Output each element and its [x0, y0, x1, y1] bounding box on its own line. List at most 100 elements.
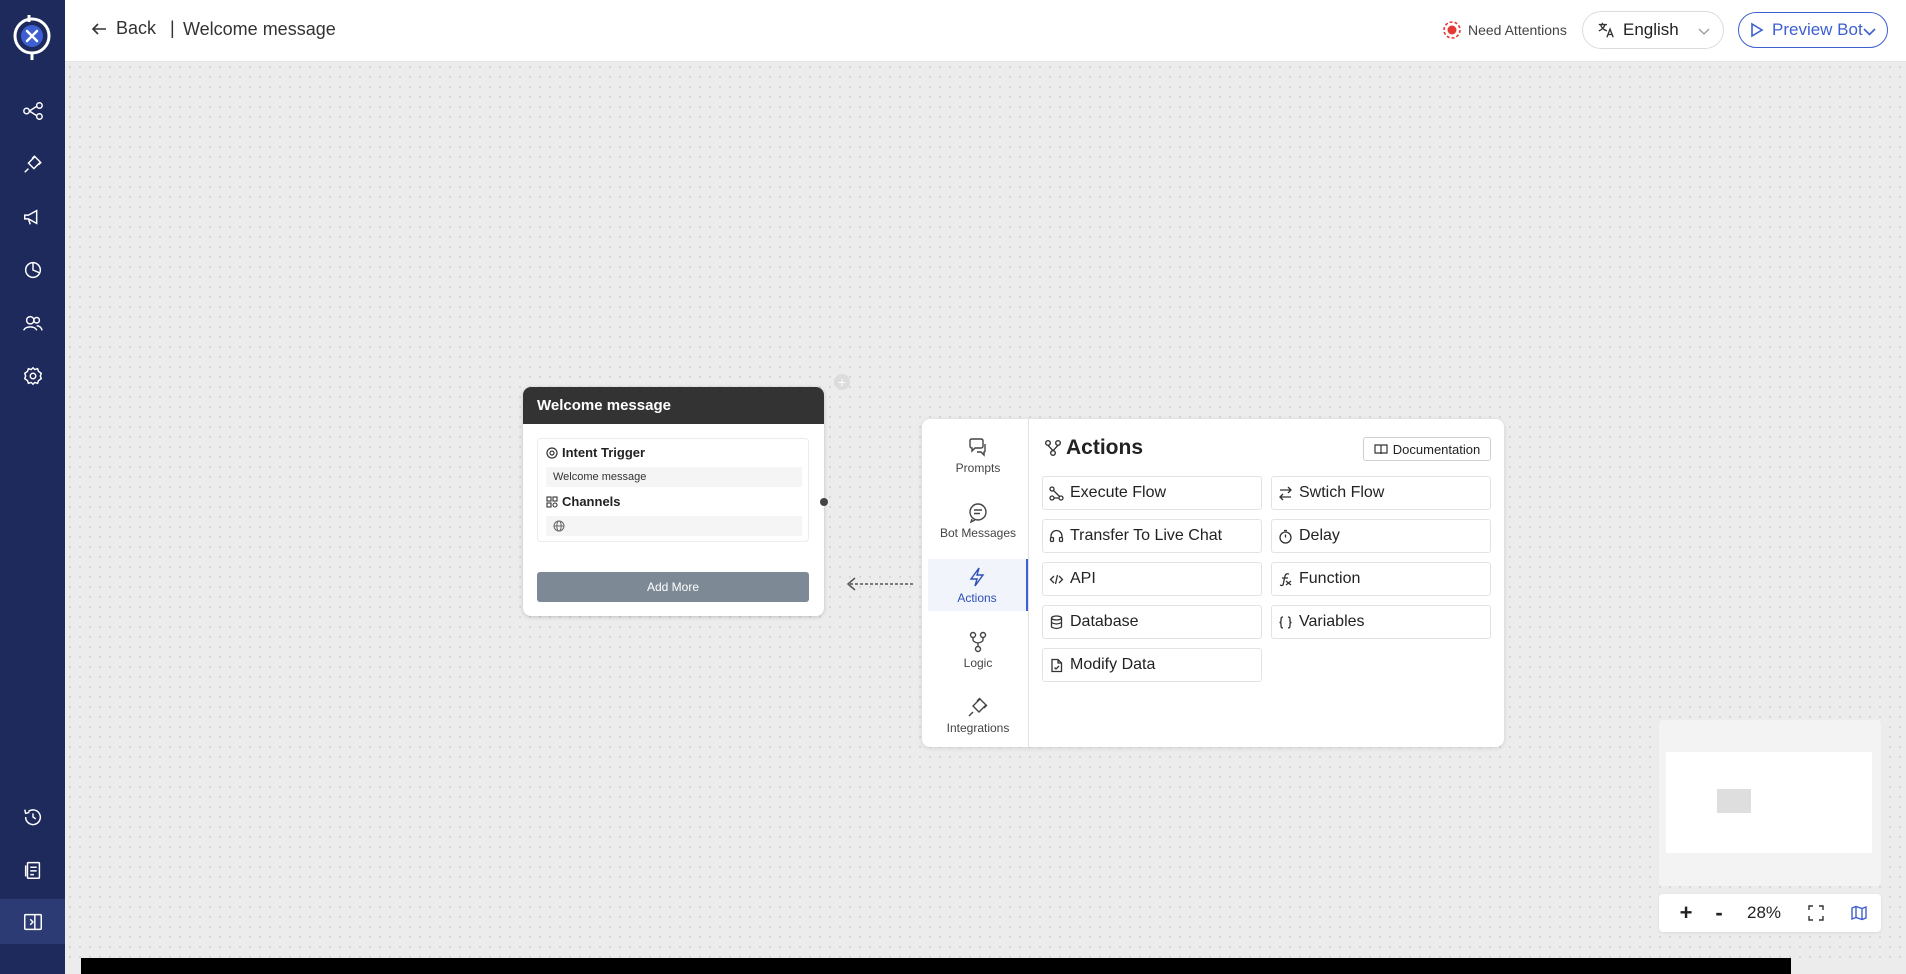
action-switch-flow[interactable]: Swtich Flow	[1271, 476, 1491, 510]
broadcast-icon[interactable]	[0, 193, 65, 241]
bottom-bar	[81, 958, 1791, 974]
zoom-level: 28%	[1746, 903, 1782, 922]
analytics-icon[interactable]	[0, 246, 65, 294]
headset-icon	[1049, 529, 1064, 542]
prompts-icon	[969, 437, 986, 457]
settings-icon[interactable]	[0, 352, 65, 400]
action-api-label: API	[1070, 570, 1096, 587]
action-transfer-live-chat[interactable]: Transfer To Live Chat	[1042, 519, 1262, 553]
node-output-handle[interactable]	[820, 498, 828, 506]
timer-icon	[1279, 529, 1292, 544]
function-icon	[1279, 572, 1292, 586]
zoom-out-button[interactable]: -	[1707, 894, 1731, 932]
minimap-toggle-button[interactable]	[1846, 894, 1872, 932]
back-button[interactable]: Back	[89, 18, 156, 39]
add-more-button[interactable]: Add More	[537, 572, 809, 602]
action-execute-flow[interactable]: Execute Flow	[1042, 476, 1262, 510]
intent-trigger-label: Intent Trigger	[546, 445, 645, 460]
history-icon[interactable]	[0, 793, 65, 841]
nav-bot-messages[interactable]: Bot Messages	[928, 494, 1028, 546]
bot-messages-icon	[969, 502, 987, 523]
translate-icon	[1598, 22, 1614, 38]
flow-node[interactable]: Welcome message Intent Trigger Welcome m…	[523, 387, 824, 616]
intent-trigger-value: Welcome message	[546, 467, 802, 487]
action-database-label: Database	[1070, 613, 1139, 630]
intent-trigger-text: Intent Trigger	[562, 445, 646, 460]
minimap-viewport	[1666, 752, 1872, 853]
connector-line	[846, 577, 913, 591]
header: Back | Welcome message Need Attentions E…	[65, 0, 1906, 62]
action-modify-data-label: Modify Data	[1070, 656, 1156, 673]
action-variables-label: Variables	[1299, 613, 1365, 630]
code-icon	[1049, 574, 1064, 584]
database-icon	[1050, 614, 1063, 629]
target-icon	[546, 446, 558, 459]
preview-bot-label: Preview Bot	[1772, 20, 1863, 39]
globe-icon	[553, 520, 565, 532]
flows-icon[interactable]	[0, 87, 65, 135]
minimap[interactable]	[1659, 720, 1881, 886]
integrations-icon[interactable]	[0, 140, 65, 188]
file-icon	[1051, 658, 1063, 672]
action-function[interactable]: Function	[1271, 562, 1491, 596]
preview-bot-button[interactable]: Preview Bot	[1738, 12, 1888, 48]
action-execute-flow-label: Execute Flow	[1070, 484, 1167, 501]
alert-circle-icon	[1443, 21, 1461, 39]
switch-flow-icon	[1279, 486, 1292, 500]
minimap-node	[1717, 789, 1751, 813]
actions-title-icon	[1045, 440, 1061, 456]
panel-title-text: Actions	[1066, 436, 1144, 459]
zoom-controls: + - 28%	[1659, 894, 1881, 932]
action-variables[interactable]: Variables	[1271, 605, 1491, 639]
node-body: Intent Trigger Welcome message Channels	[537, 438, 809, 542]
users-icon[interactable]	[0, 299, 65, 347]
node-title: Welcome message	[523, 387, 824, 424]
nav-prompts[interactable]: Prompts	[928, 429, 1028, 481]
language-select[interactable]: English	[1582, 11, 1724, 49]
action-transfer-live-chat-label: Transfer To Live Chat	[1070, 527, 1223, 544]
channel-field	[546, 516, 802, 536]
action-delay[interactable]: Delay	[1271, 519, 1491, 553]
nav-logic[interactable]: Logic	[928, 624, 1028, 676]
channels-label: Channels	[546, 494, 621, 509]
grid-icon	[546, 495, 558, 508]
need-attentions-button[interactable]: Need Attentions	[1442, 20, 1567, 40]
action-modify-data[interactable]: Modify Data	[1042, 648, 1262, 682]
documentation-button[interactable]: Documentation	[1363, 437, 1491, 461]
nav-integrations-label: Integrations	[946, 720, 1010, 735]
fit-view-button[interactable]	[1803, 894, 1829, 932]
nav-actions[interactable]: Actions	[928, 559, 1028, 611]
logic-icon	[969, 631, 987, 652]
nav-actions-label: Actions	[957, 590, 997, 605]
channels-text: Channels	[562, 494, 621, 509]
arrow-left-icon	[91, 22, 106, 35]
action-api[interactable]: API	[1042, 562, 1262, 596]
panel-nav: Prompts Bot Messages Actions Logic Integ…	[922, 419, 1029, 747]
nav-logic-label: Logic	[963, 655, 993, 670]
chevron-down-icon	[1863, 28, 1876, 36]
map-icon	[1851, 905, 1867, 921]
documentation-label: Documentation	[1392, 441, 1481, 457]
chevron-down-icon	[1698, 28, 1710, 35]
collapse-icon[interactable]	[0, 899, 65, 944]
sidebar	[0, 0, 65, 974]
action-delay-label: Delay	[1299, 527, 1340, 544]
title-separator: |	[170, 18, 175, 38]
zoom-in-button[interactable]: +	[1674, 894, 1698, 932]
fullscreen-icon	[1808, 905, 1824, 921]
play-icon	[1751, 22, 1764, 38]
action-function-label: Function	[1299, 570, 1361, 587]
logo-icon[interactable]	[7, 12, 57, 62]
nav-bot-messages-label: Bot Messages	[939, 525, 1017, 540]
execute-flow-icon	[1049, 485, 1064, 501]
nav-prompts-label: Prompts	[955, 460, 1001, 475]
back-label: Back	[116, 18, 157, 38]
action-switch-flow-label: Swtich Flow	[1299, 484, 1385, 501]
panel-title: Actions	[1044, 436, 1143, 460]
add-node-button[interactable]: +	[834, 374, 850, 390]
braces-icon	[1279, 615, 1292, 629]
documents-icon[interactable]	[0, 846, 65, 894]
action-database[interactable]: Database	[1042, 605, 1262, 639]
nav-integrations[interactable]: Integrations	[928, 689, 1028, 741]
need-attentions-label: Need Attentions	[1468, 22, 1567, 38]
